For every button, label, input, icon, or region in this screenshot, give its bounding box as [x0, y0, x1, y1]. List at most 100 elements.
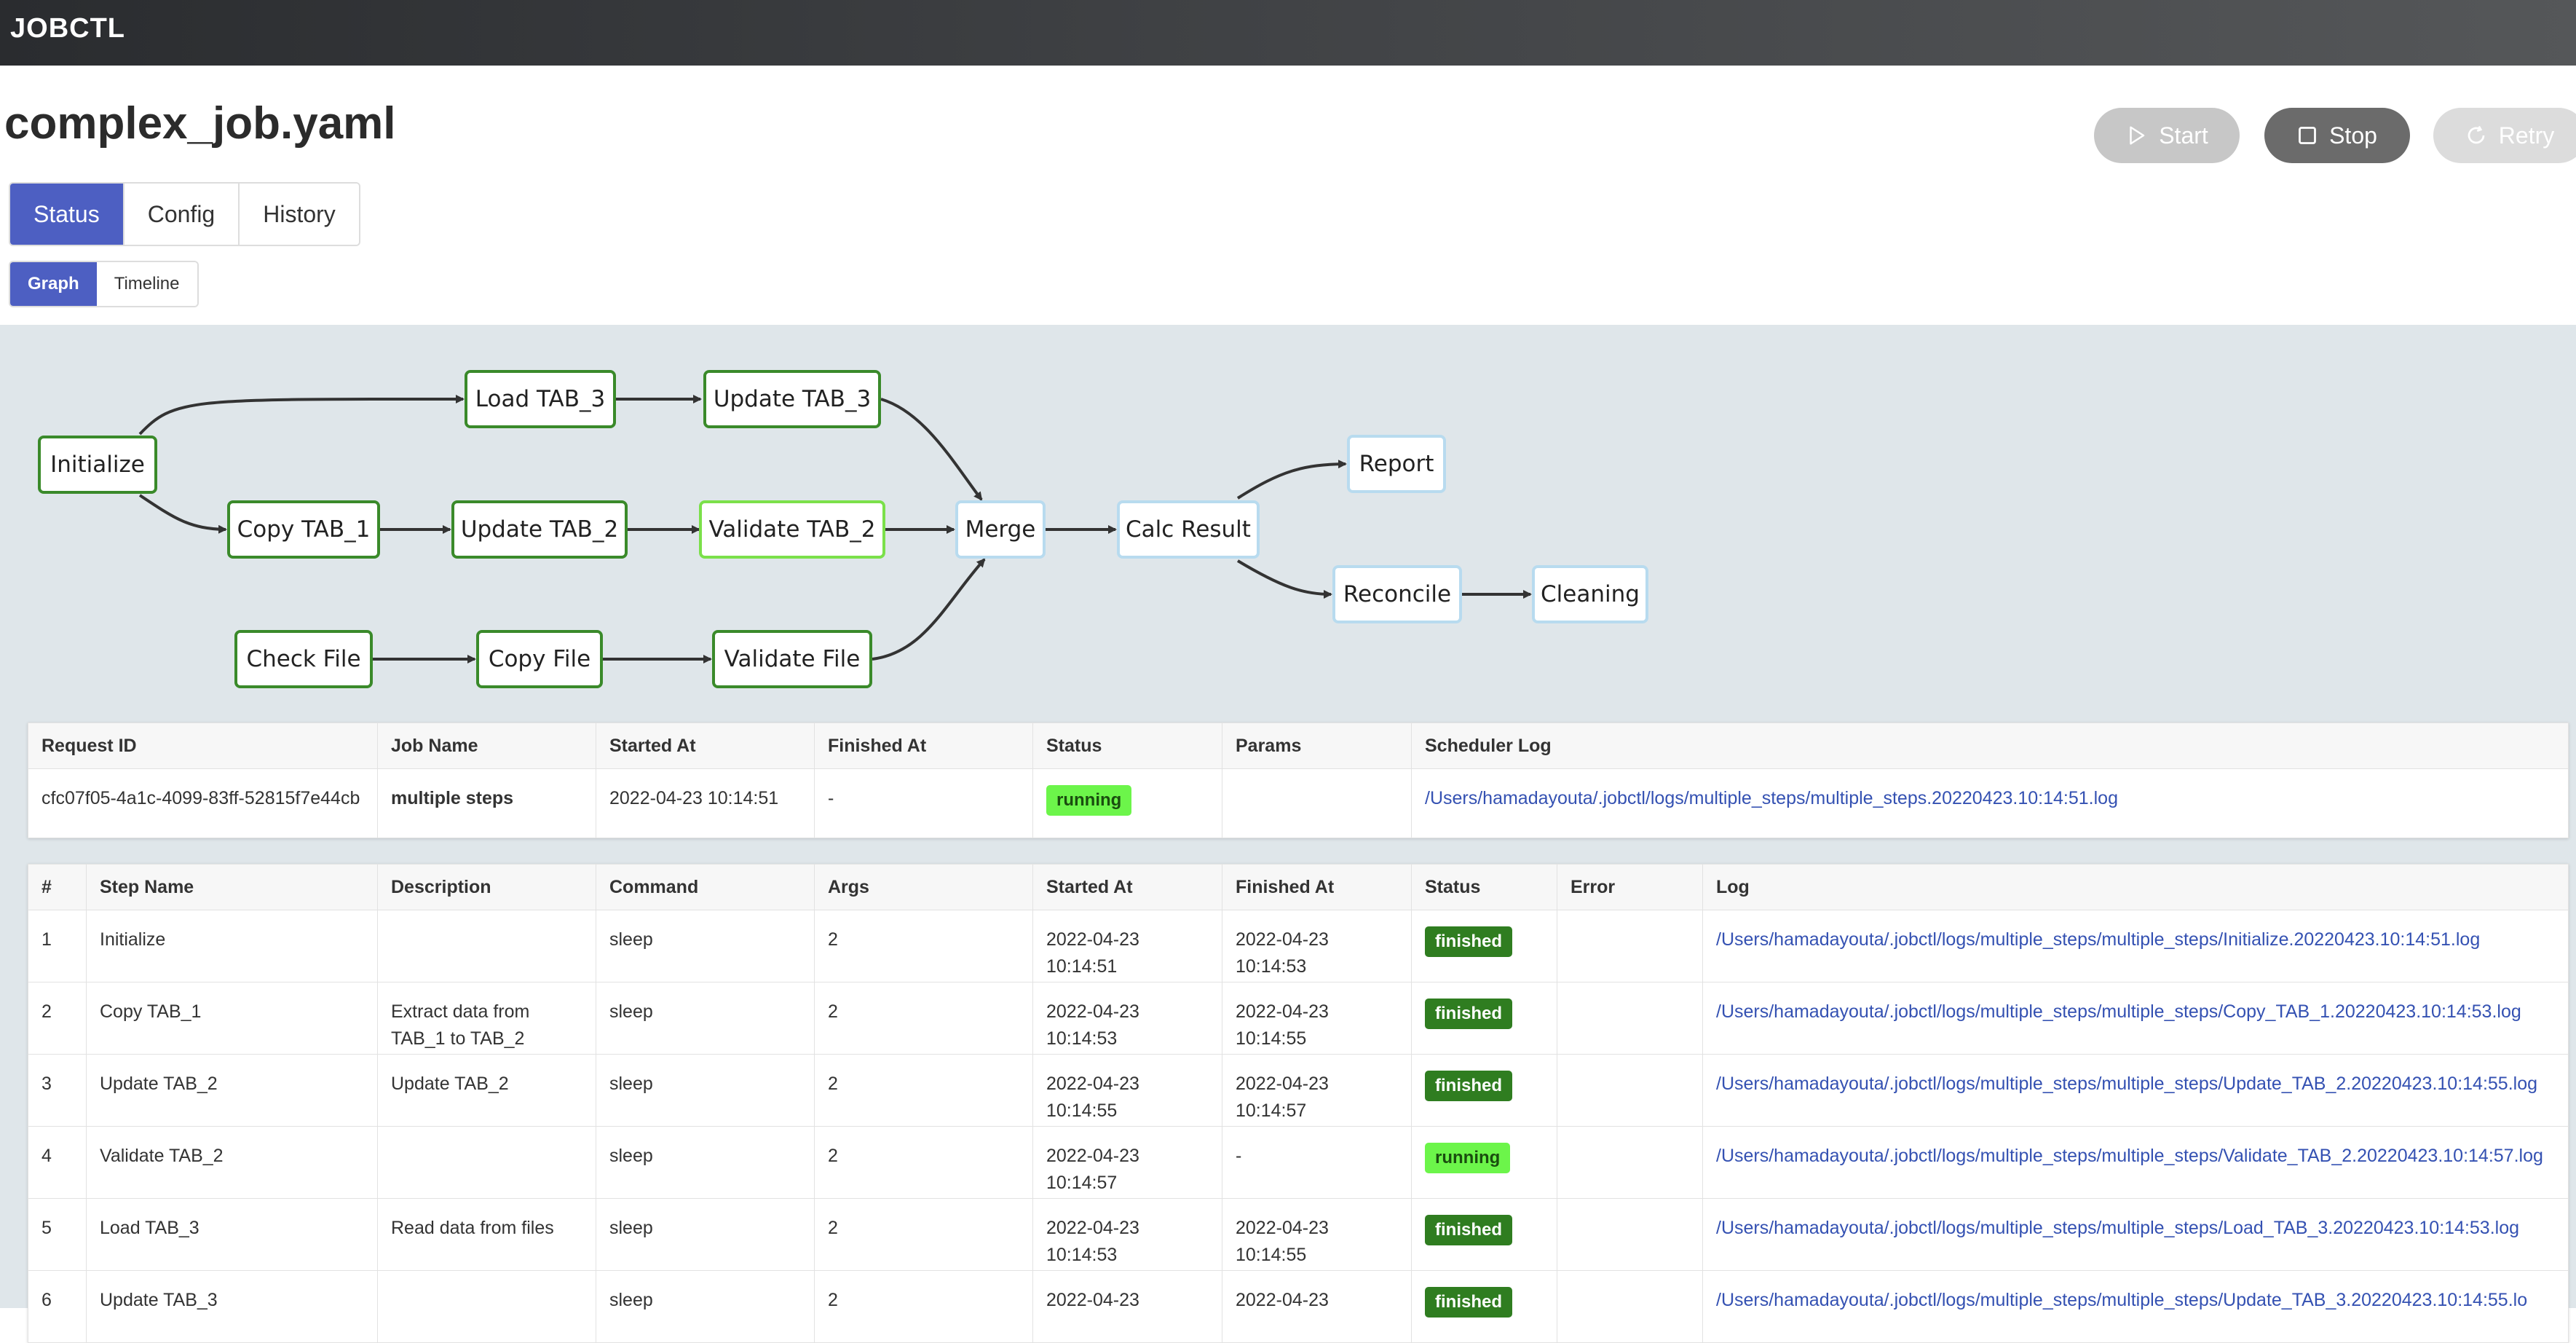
node-initialize[interactable]: Initialize: [38, 436, 157, 494]
step-log-link[interactable]: /Users/hamadayouta/.jobctl/logs/multiple…: [1702, 1126, 2569, 1199]
step-error: [1557, 1198, 1703, 1271]
status-badge: running: [1425, 1143, 1511, 1173]
col-step-name: Step Name: [86, 864, 378, 910]
node-reconcile[interactable]: Reconcile: [1332, 565, 1462, 623]
node-report[interactable]: Report: [1347, 435, 1446, 493]
steps-table: # Step Name Description Command Args Sta…: [28, 864, 2569, 1343]
step-command: sleep: [596, 1054, 815, 1127]
col-log: Log: [1702, 864, 2569, 910]
col-description: Description: [377, 864, 596, 910]
request-id: cfc07f05-4a1c-4099-83ff-52815f7e44cb: [28, 768, 378, 838]
edge-initialize-copy-tab1: [138, 494, 227, 534]
step-log-link[interactable]: /Users/hamadayouta/.jobctl/logs/multiple…: [1702, 1270, 2569, 1343]
step-args: 2: [814, 1270, 1033, 1343]
step-error: [1557, 1126, 1703, 1199]
step-description: [377, 1126, 596, 1199]
step-error: [1557, 910, 1703, 982]
request-panel: Request ID Job Name Started At Finished …: [28, 722, 2569, 838]
step-name: Copy TAB_1: [86, 982, 378, 1055]
node-validate-tab2[interactable]: Validate TAB_2: [699, 500, 885, 559]
col-started-at: Started At: [596, 722, 815, 769]
node-validate-file[interactable]: Validate File: [712, 630, 872, 688]
request-table: Request ID Job Name Started At Finished …: [28, 722, 2569, 838]
scheduler-log-link[interactable]: /Users/hamadayouta/.jobctl/logs/multiple…: [1411, 768, 2569, 838]
steps-panel: # Step Name Description Command Args Sta…: [28, 864, 2569, 1343]
col-request-id: Request ID: [28, 722, 378, 769]
steps-table-body: 1 Initialize sleep 2 2022-04-23 10:14:51 2022…: [28, 910, 2569, 1343]
step-started-at: 2022-04-23 10:14:53: [1032, 1198, 1222, 1271]
node-update-tab2[interactable]: Update TAB_2: [451, 500, 628, 559]
node-cleaning[interactable]: Cleaning: [1532, 565, 1648, 623]
step-number: 2: [28, 982, 87, 1055]
step-finished-at: 2022-04-23 10:14:57: [1222, 1054, 1412, 1127]
node-merge[interactable]: Merge: [955, 500, 1046, 559]
step-description: Read data from files: [377, 1198, 596, 1271]
app-brand[interactable]: JOBCTL: [10, 13, 125, 44]
step-started-at: 2022-04-23 10:14:55: [1032, 1054, 1222, 1127]
step-error: [1557, 982, 1703, 1055]
step-args: 2: [814, 1126, 1033, 1199]
status-badge: finished: [1425, 926, 1513, 957]
table-row: 5 Load TAB_3 Read data from files sleep 2 202…: [28, 1198, 2569, 1271]
top-nav-bar: JOBCTL: [0, 0, 2576, 66]
step-finished-at: 2022-04-23 10:14:55: [1222, 1198, 1412, 1271]
job-name: multiple steps: [377, 768, 596, 838]
step-args: 2: [814, 982, 1033, 1055]
retry-button[interactable]: Retry: [2433, 108, 2576, 163]
tab-config[interactable]: Config: [124, 184, 240, 245]
request-params: [1222, 768, 1412, 838]
step-status-cell: finished: [1411, 1054, 1557, 1127]
step-name: Validate TAB_2: [86, 1126, 378, 1199]
table-row: 4 Validate TAB_2 sleep 2 2022-04-23 10:14:57…: [28, 1126, 2569, 1199]
step-args: 2: [814, 1198, 1033, 1271]
edge-update-tab3-merge: [880, 398, 983, 501]
step-status-cell: finished: [1411, 1270, 1557, 1343]
steps-table-header: # Step Name Description Command Args Sta…: [28, 864, 2569, 910]
edge-calc-result-report: [1236, 460, 1347, 500]
retry-icon: [2468, 125, 2485, 144]
step-description: Extract data from TAB_1 to TAB_2: [377, 982, 596, 1055]
view-tabs: Graph Timeline: [9, 261, 199, 307]
node-copy-file[interactable]: Copy File: [476, 630, 603, 688]
start-button-label: Start: [2159, 122, 2208, 149]
step-number: 1: [28, 910, 87, 982]
table-row: 2 Copy TAB_1 Extract data from TAB_1 to TA…: [28, 982, 2569, 1055]
col-args: Args: [814, 864, 1033, 910]
table-row: 3 Update TAB_2 Update TAB_2 sleep 2 2022-04-2…: [28, 1054, 2569, 1127]
step-command: sleep: [596, 1270, 815, 1343]
step-started-at: 2022-04-23: [1032, 1270, 1222, 1343]
stop-button[interactable]: Stop: [2264, 108, 2410, 163]
node-copy-tab1[interactable]: Copy TAB_1: [227, 500, 380, 559]
step-log-link[interactable]: /Users/hamadayouta/.jobctl/logs/multiple…: [1702, 982, 2569, 1055]
status-badge: finished: [1425, 1287, 1513, 1318]
play-icon: [2130, 126, 2145, 145]
status-badge: finished: [1425, 999, 1513, 1029]
col-params: Params: [1222, 722, 1412, 769]
col-command: Command: [596, 864, 815, 910]
step-started-at: 2022-04-23 10:14:57: [1032, 1126, 1222, 1199]
step-log-link[interactable]: /Users/hamadayouta/.jobctl/logs/multiple…: [1702, 1198, 2569, 1271]
step-description: [377, 910, 596, 982]
step-command: sleep: [596, 1198, 815, 1271]
step-command: sleep: [596, 910, 815, 982]
start-button[interactable]: Start: [2094, 108, 2240, 163]
graph-edges: [138, 394, 1532, 663]
step-status-cell: finished: [1411, 910, 1557, 982]
step-started-at: 2022-04-23 10:14:51: [1032, 910, 1222, 982]
tab-graph[interactable]: Graph: [10, 262, 97, 306]
tab-history[interactable]: History: [240, 184, 359, 245]
step-number: 4: [28, 1126, 87, 1199]
step-command: sleep: [596, 1126, 815, 1199]
node-load-tab3[interactable]: Load TAB_3: [465, 370, 616, 428]
tab-timeline[interactable]: Timeline: [96, 262, 197, 306]
step-error: [1557, 1270, 1703, 1343]
node-update-tab3[interactable]: Update TAB_3: [703, 370, 881, 428]
step-description: [377, 1270, 596, 1343]
edge-calc-result-reconcile: [1236, 559, 1332, 599]
col-status: Status: [1032, 722, 1222, 769]
tab-status[interactable]: Status: [10, 184, 125, 245]
step-log-link[interactable]: /Users/hamadayouta/.jobctl/logs/multiple…: [1702, 910, 2569, 982]
node-check-file[interactable]: Check File: [234, 630, 373, 688]
node-calc-result[interactable]: Calc Result: [1117, 500, 1260, 559]
step-log-link[interactable]: /Users/hamadayouta/.jobctl/logs/multiple…: [1702, 1054, 2569, 1127]
